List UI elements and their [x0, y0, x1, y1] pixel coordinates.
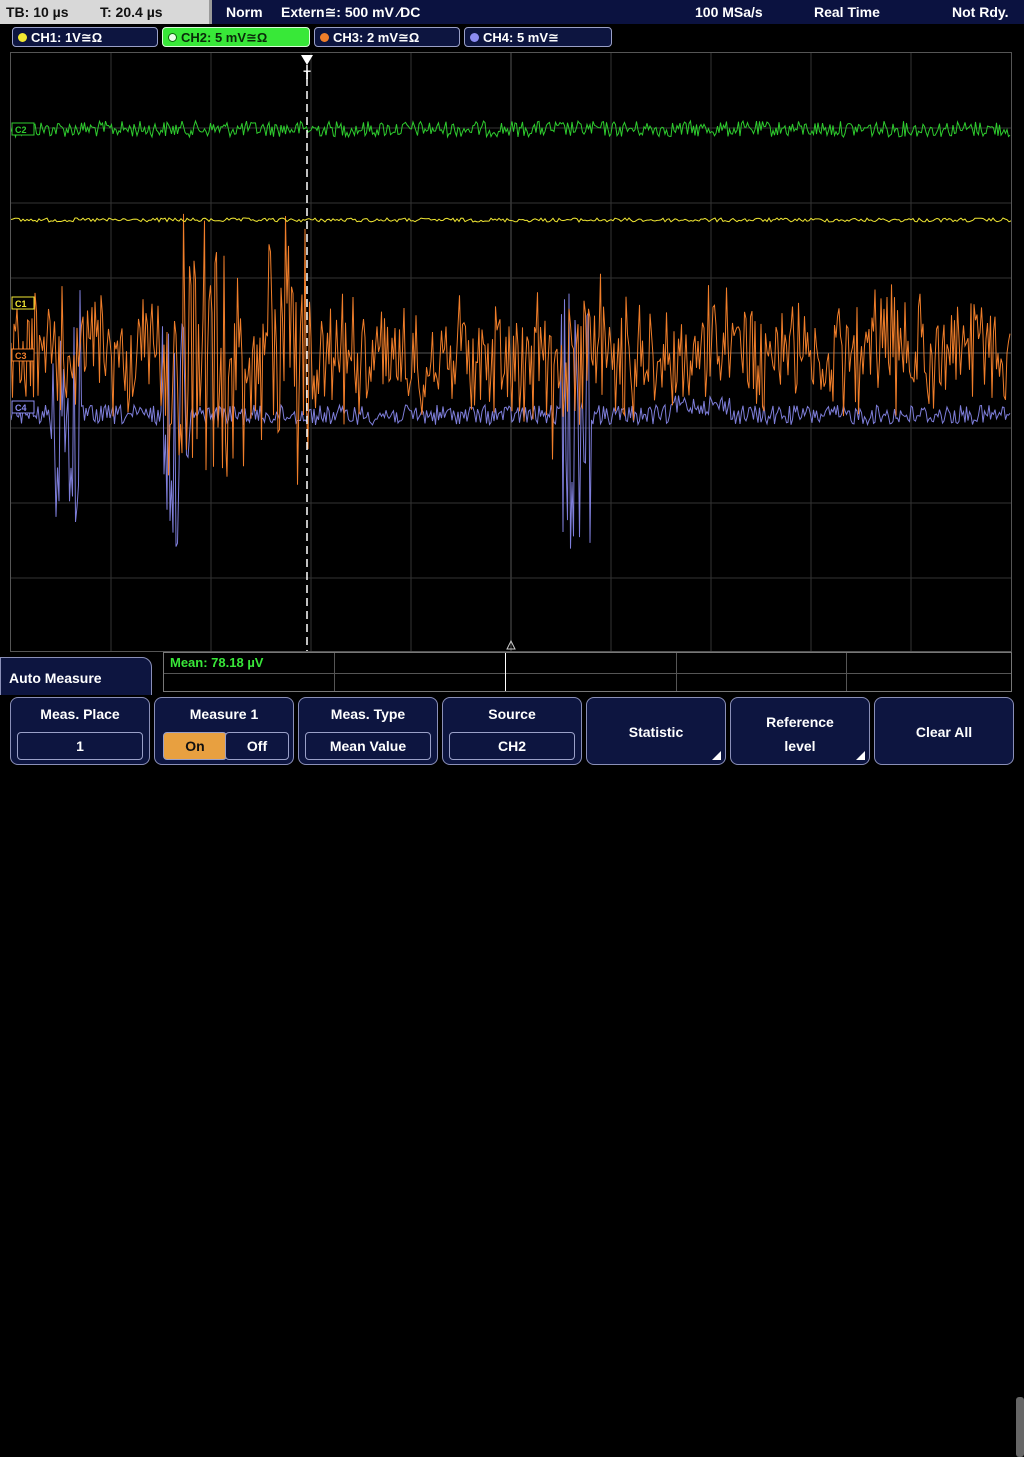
- submenu-arrow-icon: [856, 751, 865, 760]
- softkey-panel: Meas. Place 1 Measure 1 On Off Meas. Typ…: [0, 695, 1024, 1457]
- tab-ch4-label: CH4: 5 mV≅: [483, 30, 559, 45]
- clear-all-softkey[interactable]: Clear All: [874, 697, 1014, 765]
- timebase-readout: TB: 10 µs: [6, 4, 69, 20]
- ch3-dot-icon: [320, 33, 329, 42]
- trigger-mode[interactable]: Norm: [226, 0, 263, 24]
- tab-ch3[interactable]: CH3: 2 mV≅Ω: [314, 27, 460, 47]
- meas-type-value[interactable]: Mean Value: [305, 732, 431, 760]
- source-label: Source: [488, 706, 536, 722]
- ch3-offset-label: C3: [15, 351, 27, 361]
- channel-bar: CH1: 1V≅Ω CH2: 5 mV≅Ω CH3: 2 mV≅Ω CH4: 5…: [0, 24, 1024, 50]
- result-col-divider: [334, 653, 335, 691]
- scrollbar[interactable]: [1016, 1397, 1024, 1457]
- meas-place-label: Meas. Place: [40, 706, 120, 722]
- sample-rate: 100 MSa/s: [695, 4, 763, 20]
- trigger-marker-label: T: [303, 68, 311, 82]
- level-label: level: [784, 738, 816, 754]
- tab-ch1-label: CH1: 1V≅Ω: [31, 30, 103, 45]
- measurement-result-bar: Mean: 78.18 µV: [163, 652, 1012, 692]
- trigger-position-readout: T: 20.4 µs: [100, 4, 163, 20]
- result-col-divider: [846, 653, 847, 691]
- trigger-source[interactable]: Extern≅: 500 mV ∕DC: [281, 0, 420, 24]
- tab-ch3-label: CH3: 2 mV≅Ω: [333, 30, 420, 45]
- meas-place-value[interactable]: 1: [17, 732, 143, 760]
- measure-on-button[interactable]: On: [163, 732, 227, 760]
- measure-1-softkey[interactable]: Measure 1 On Off: [154, 697, 294, 765]
- waveform-screen[interactable]: T C2 C1 C3 C4: [10, 52, 1012, 652]
- acquisition-mode: Real Time: [814, 4, 880, 20]
- waveform-display: T C2 C1 C3 C4: [11, 53, 1011, 651]
- timebase-box[interactable]: TB: 10 µs T: 20.4 µs: [0, 0, 212, 24]
- mean-result: Mean: 78.18 µV: [170, 655, 264, 670]
- tab-ch2[interactable]: CH2: 5 mV≅Ω: [162, 27, 310, 47]
- status-bar: TB: 10 µs T: 20.4 µs Norm Extern≅: 500 m…: [0, 0, 1024, 24]
- meas-type-softkey[interactable]: Meas. Type Mean Value: [298, 697, 438, 765]
- reference-level-softkey[interactable]: Reference level: [730, 697, 870, 765]
- result-divider: [164, 673, 1011, 674]
- meas-place-softkey[interactable]: Meas. Place 1: [10, 697, 150, 765]
- clear-all-label: Clear All: [915, 724, 973, 740]
- ch2-dot-icon: [168, 33, 177, 42]
- submenu-arrow-icon: [712, 751, 721, 760]
- measure-1-label: Measure 1: [189, 706, 259, 722]
- ch4-dot-icon: [470, 33, 479, 42]
- ch4-offset-label: C4: [15, 403, 27, 413]
- result-col-divider: [505, 653, 506, 691]
- tab-ch1[interactable]: CH1: 1V≅Ω: [12, 27, 158, 47]
- ch2-offset-label: C2: [15, 125, 27, 135]
- tab-ch2-label: CH2: 5 mV≅Ω: [181, 30, 268, 45]
- tab-ch4[interactable]: CH4: 5 mV≅: [464, 27, 612, 47]
- reference-label: Reference: [766, 714, 834, 730]
- statistic-label: Statistic: [628, 724, 684, 740]
- meas-type-label: Meas. Type: [330, 706, 406, 722]
- source-softkey[interactable]: Source CH2: [442, 697, 582, 765]
- ch1-offset-label: C1: [15, 299, 27, 309]
- source-value[interactable]: CH2: [449, 732, 575, 760]
- ch1-dot-icon: [18, 33, 27, 42]
- auto-measure-title: Auto Measure: [0, 657, 152, 697]
- measure-off-button[interactable]: Off: [225, 732, 289, 760]
- result-col-divider: [676, 653, 677, 691]
- trigger-status: Not Rdy.: [952, 4, 1009, 20]
- statistic-softkey[interactable]: Statistic: [586, 697, 726, 765]
